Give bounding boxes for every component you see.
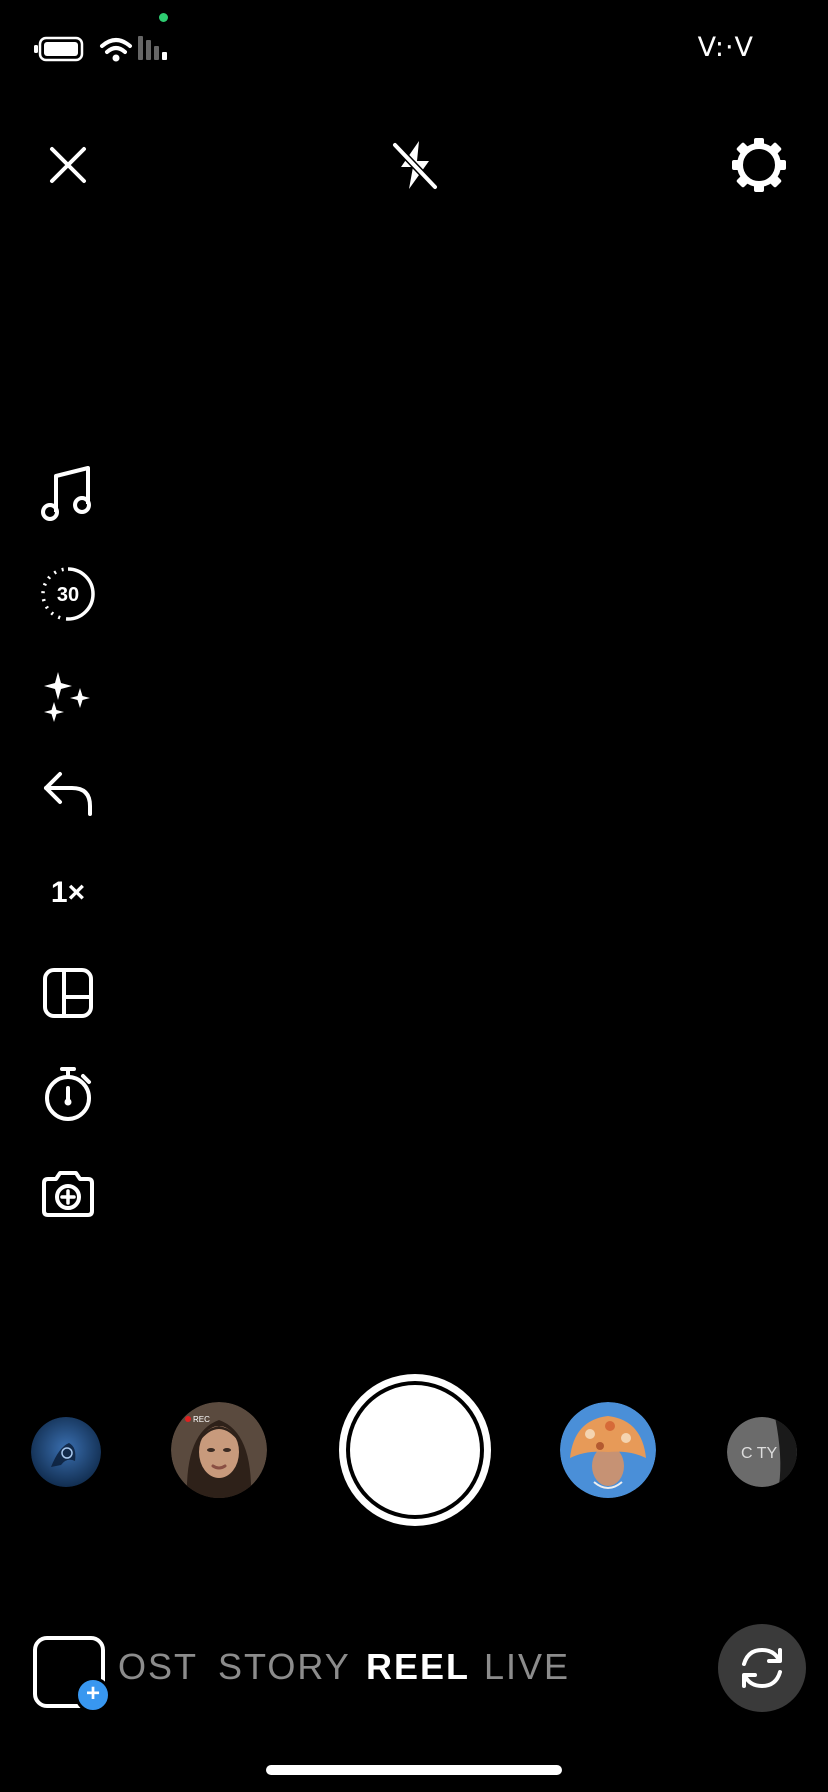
camera-in-use-indicator [159, 13, 168, 22]
wifi-icon [100, 38, 132, 62]
duration-label: 30 [57, 584, 79, 606]
effects-button[interactable] [32, 660, 104, 732]
signal-icon [138, 36, 167, 60]
gear-icon [732, 138, 786, 192]
timer-icon [45, 1067, 91, 1121]
effect-thumbnail: C TY [727, 1417, 797, 1487]
battery-icon [34, 36, 84, 62]
flash-button[interactable] [380, 130, 450, 200]
effect-item-1[interactable] [31, 1417, 101, 1487]
effect-4-text: C TY [741, 1445, 777, 1462]
layout-icon [43, 968, 93, 1018]
music-button[interactable] [32, 458, 104, 530]
status-time: V:·V [697, 32, 754, 63]
dual-camera-button[interactable] [32, 1157, 104, 1229]
camera-plus-icon [42, 1171, 94, 1217]
effect-thumbnail: REC [171, 1402, 267, 1498]
duration-button[interactable]: 30 [32, 558, 104, 630]
mode-reel[interactable]: REEL [366, 1646, 470, 1688]
effect-item-2[interactable]: REC [171, 1402, 267, 1498]
zoom-button[interactable]: 1× [32, 857, 104, 929]
gallery-add-badge: + [75, 1677, 111, 1713]
zoom-label: 1× [50, 876, 86, 909]
mode-story[interactable]: STORY [218, 1646, 351, 1688]
effect-item-4[interactable]: C TY [727, 1417, 797, 1487]
close-button[interactable] [33, 130, 103, 200]
effect-thumbnail [560, 1402, 656, 1498]
timer-button[interactable] [32, 1058, 104, 1130]
effect-thumbnail [31, 1417, 101, 1487]
reply-arrow-icon [44, 772, 92, 816]
home-indicator[interactable] [266, 1765, 562, 1775]
rec-badge: REC [193, 1415, 210, 1424]
align-button[interactable] [32, 758, 104, 830]
effect-item-3[interactable] [560, 1402, 656, 1498]
flash-off-icon [391, 141, 439, 191]
mode-live[interactable]: LIVE [484, 1646, 570, 1688]
sparkles-icon [44, 672, 90, 722]
flip-camera-button[interactable] [718, 1624, 806, 1712]
settings-button[interactable] [724, 130, 794, 200]
layout-button[interactable] [32, 957, 104, 1029]
close-icon [50, 147, 86, 183]
duration-icon: 30 [41, 567, 95, 621]
mode-post[interactable]: OST [118, 1646, 198, 1688]
status-icons [34, 30, 194, 70]
music-icon [41, 466, 91, 521]
flip-camera-icon [742, 1647, 782, 1689]
shutter-button[interactable] [339, 1374, 491, 1526]
